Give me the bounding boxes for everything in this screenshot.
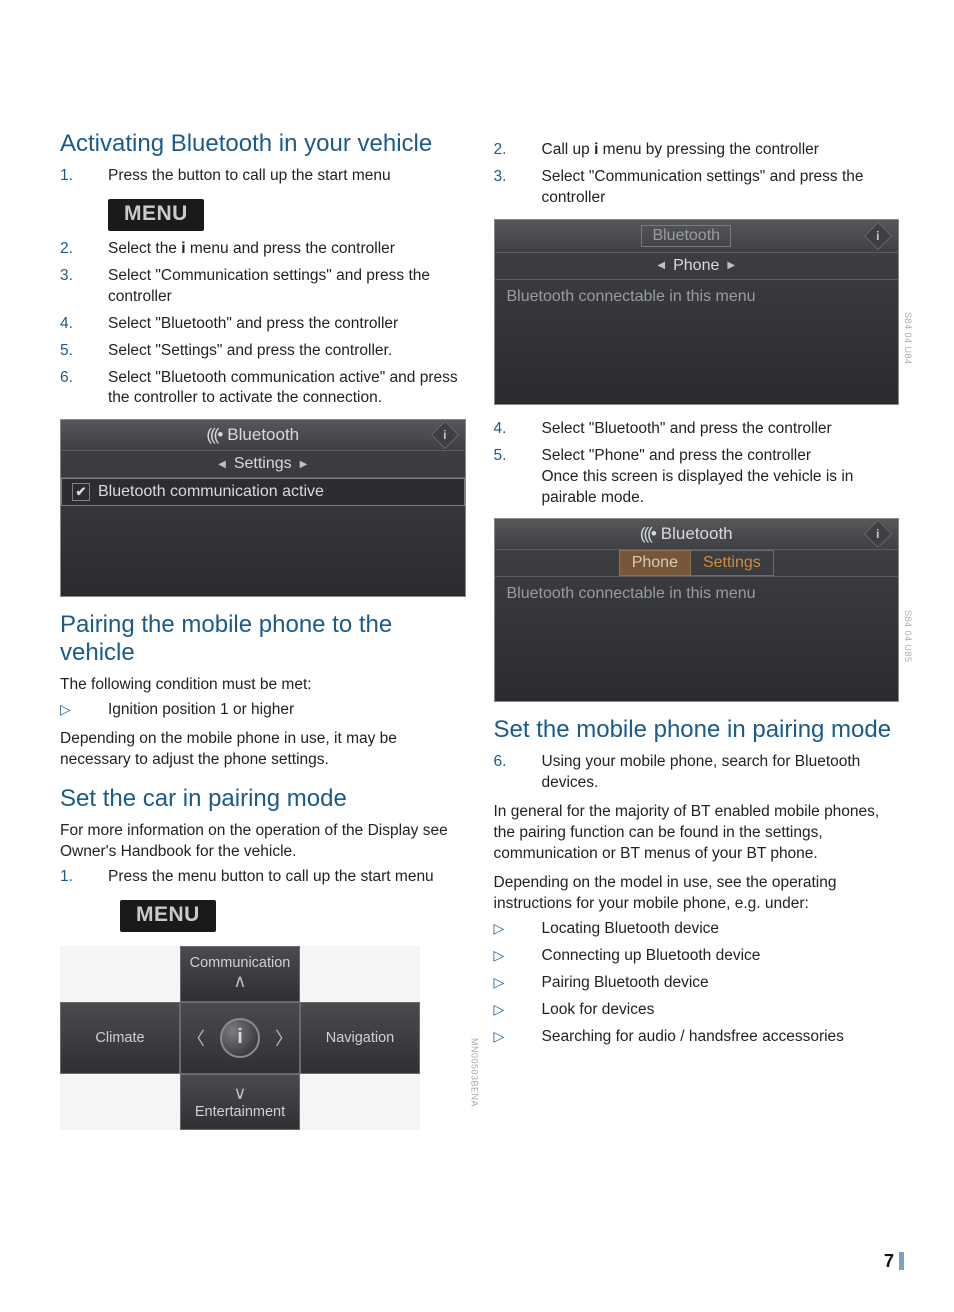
bt-header-2: (((•Bluetooth	[495, 519, 899, 550]
pairing-condition-text: The following condition must be met:	[60, 675, 466, 696]
bt-row-active: ✔ Bluetooth communication active	[61, 478, 465, 506]
bt-tabs: Phone Settings	[495, 550, 899, 577]
knob-icon: i	[220, 1018, 260, 1058]
left-column: Activating Bluetooth in your vehicle 1.P…	[60, 130, 466, 1144]
triangle-bullet-icon: ▷	[494, 919, 542, 938]
figure-idrive: Communication∧ Climate 〈 i 〉 Navigation …	[60, 946, 466, 1130]
pairing-note: Depending on the mobile phone in use, it…	[60, 729, 466, 771]
bullet-connecting: ▷Connecting up Bluetooth device	[494, 946, 900, 967]
bluetooth-icon: (((•	[206, 425, 221, 445]
step-1: 1.Press the button to call up the start …	[60, 166, 466, 187]
triangle-bullet-icon: ▷	[494, 946, 542, 965]
bt-header: (((•Bluetooth	[61, 420, 465, 451]
bt-tab-phone: Phone	[619, 550, 691, 576]
page-edge-bar	[899, 1252, 904, 1270]
idrive-entertainment: ∨Entertainment	[180, 1074, 300, 1130]
figure-label-1: S84 04 U84	[903, 312, 913, 365]
bt-sub-settings: ◀ Settings ▶	[61, 451, 465, 478]
activating-steps-cont: 2.Select the i menu and press the contro…	[60, 239, 466, 409]
figure-label-2: S84 04 U85	[903, 610, 913, 663]
bt-tab-settings: Settings	[691, 550, 774, 576]
step-4r: 4.Select "Bluetooth" and press the contr…	[494, 419, 900, 440]
idrive-center-knob: 〈 i 〉	[180, 1002, 300, 1074]
right-arrow-icon: ▶	[727, 260, 735, 271]
menu-button-image-1: MENU	[108, 199, 204, 231]
activating-steps: 1.Press the button to call up the start …	[60, 166, 466, 187]
bullet-searching: ▷Searching for audio / handsfree accesso…	[494, 1027, 900, 1048]
bullet-look: ▷Look for devices	[494, 1000, 900, 1021]
right-arrow-icon: ▶	[300, 459, 308, 470]
figure-bt-phone: Bluetooth ◀ Phone ▶ Bluetooth connectabl…	[494, 219, 900, 405]
mobile-pairing-p2: Depending on the model in use, see the o…	[494, 873, 900, 915]
step-6r: 6.Using your mobile phone, search for Bl…	[494, 752, 900, 794]
idrive-climate: Climate	[60, 1002, 180, 1074]
figure-label-idrive: MN00503BENA	[470, 1038, 480, 1107]
bullet-pairing: ▷Pairing Bluetooth device	[494, 973, 900, 994]
section-title-pairing: Pairing the mobile phone to the vehicle	[60, 611, 466, 667]
section-title-car-pairing: Set the car in pairing mode	[60, 785, 466, 813]
step-4: 4.Select "Bluetooth" and press the contr…	[60, 314, 466, 335]
section-title-activating-bluetooth: Activating Bluetooth in your vehicle	[60, 130, 466, 158]
bt-sub-phone: ◀ Phone ▶	[495, 253, 899, 280]
triangle-bullet-icon: ▷	[60, 700, 108, 719]
left-arrow-icon: ◀	[218, 459, 226, 470]
step-1b: 1.Press the menu button to call up the s…	[60, 867, 466, 888]
figure-bt-settings: (((•Bluetooth ◀ Settings ▶ ✔ Bluetooth c…	[60, 419, 466, 597]
idrive-navigation: Navigation	[300, 1002, 420, 1074]
bluetooth-icon: (((•	[640, 524, 655, 544]
info-diamond-icon	[864, 520, 892, 548]
car-pairing-steps: 1.Press the menu button to call up the s…	[60, 867, 466, 888]
page-number: 7	[884, 1251, 894, 1272]
triangle-bullet-icon: ▷	[494, 1027, 542, 1046]
bullet-locating: ▷Locating Bluetooth device	[494, 919, 900, 940]
right-column: 2.Call up i menu by pressing the control…	[494, 130, 900, 1144]
pairing-conditions: ▷Ignition position 1 or higher	[60, 700, 466, 721]
info-diamond-icon	[430, 421, 458, 449]
bt-msg-2: Bluetooth connectable in this menu	[495, 577, 899, 611]
page-columns: Activating Bluetooth in your vehicle 1.P…	[60, 130, 899, 1144]
step-2r: 2.Call up i menu by pressing the control…	[494, 140, 900, 161]
bt-msg-1: Bluetooth connectable in this menu	[495, 280, 899, 314]
menu-button-image-2: MENU	[120, 900, 216, 932]
mobile-pairing-bullets: ▷Locating Bluetooth device ▷Connecting u…	[494, 919, 900, 1048]
right-steps-1: 2.Call up i menu by pressing the control…	[494, 140, 900, 209]
step-6: 6.Select "Bluetooth communication active…	[60, 368, 466, 410]
condition-ignition: ▷Ignition position 1 or higher	[60, 700, 466, 721]
step-5r: 5.Select "Phone" and press the controlle…	[494, 446, 900, 509]
idrive-right-arrow-icon: 〉	[275, 1025, 293, 1051]
step-5: 5.Select "Settings" and press the contro…	[60, 341, 466, 362]
idrive-left-arrow-icon: 〈	[187, 1025, 205, 1051]
checkbox-checked-icon: ✔	[72, 483, 90, 501]
car-pairing-note: For more information on the operation of…	[60, 821, 466, 863]
triangle-bullet-icon: ▷	[494, 973, 542, 992]
right-steps-2: 4.Select "Bluetooth" and press the contr…	[494, 419, 900, 509]
left-arrow-icon: ◀	[657, 260, 665, 271]
section-title-mobile-pairing: Set the mobile phone in pairing mode	[494, 716, 900, 744]
mobile-pairing-steps: 6.Using your mobile phone, search for Bl…	[494, 752, 900, 794]
idrive-communication: Communication∧	[180, 946, 300, 1002]
step-3r: 3.Select "Communication settings" and pr…	[494, 167, 900, 209]
info-diamond-icon	[864, 222, 892, 250]
mobile-pairing-p1: In general for the majority of BT enable…	[494, 802, 900, 865]
step-3: 3.Select "Communication settings" and pr…	[60, 266, 466, 308]
step-2: 2.Select the i menu and press the contro…	[60, 239, 466, 260]
bt-header-boxed: Bluetooth	[495, 220, 899, 253]
figure-bt-tabs: (((•Bluetooth Phone Settings Bluetooth c…	[494, 518, 900, 702]
triangle-bullet-icon: ▷	[494, 1000, 542, 1019]
